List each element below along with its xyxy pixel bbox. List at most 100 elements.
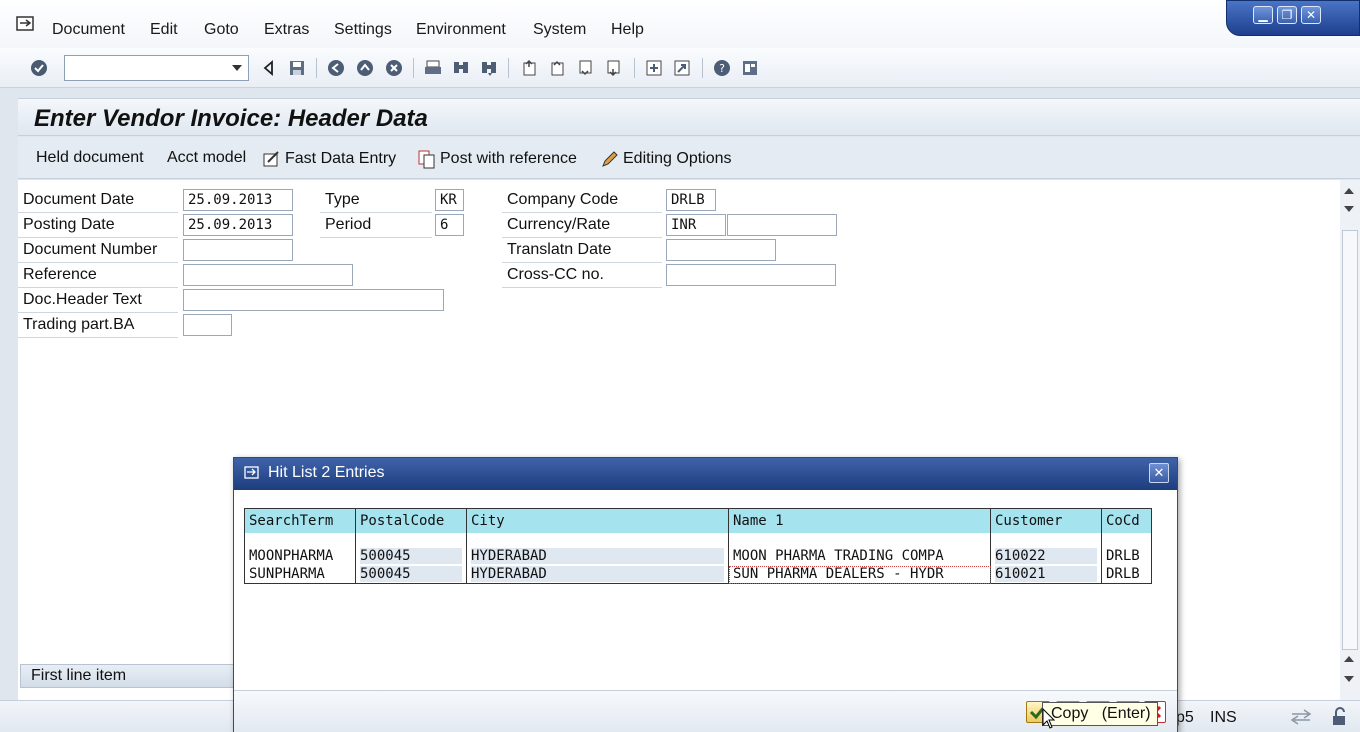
- period-field[interactable]: 6: [435, 214, 464, 236]
- menu-environment[interactable]: Environment: [416, 21, 506, 39]
- post-with-reference-button[interactable]: Post with reference: [417, 149, 577, 169]
- enter-checkmark-icon[interactable]: [30, 59, 48, 77]
- column-header-cocd[interactable]: CoCd: [1101, 508, 1152, 533]
- new-session-icon[interactable]: [645, 59, 663, 77]
- dialog-title: Hit List 2 Entries: [268, 464, 385, 481]
- scrollbar-track[interactable]: [1342, 230, 1358, 650]
- trading-part-ba-label: Trading part.BA: [18, 314, 178, 338]
- customize-layout-icon[interactable]: [741, 59, 759, 77]
- doc-header-text-label: Doc.Header Text: [18, 289, 178, 313]
- menu-settings[interactable]: Settings: [334, 21, 392, 39]
- close-window-icon[interactable]: ✕: [1301, 6, 1321, 24]
- currency-field[interactable]: INR: [666, 214, 726, 236]
- menu-system[interactable]: System: [533, 21, 586, 39]
- cross-cc-no-label: Cross-CC no.: [502, 264, 662, 288]
- close-icon[interactable]: ✕: [1149, 463, 1169, 483]
- standard-toolbar: ?: [0, 48, 1360, 88]
- editing-options-button[interactable]: Editing Options: [600, 149, 732, 169]
- menu-document[interactable]: Document: [52, 21, 125, 39]
- cell-city: HYDERABAD: [466, 565, 729, 584]
- collapse-command-icon[interactable]: [260, 59, 278, 77]
- cancel-icon[interactable]: [385, 59, 403, 77]
- print-icon[interactable]: [424, 59, 442, 77]
- chevron-down-icon[interactable]: [232, 65, 242, 71]
- menu-extras[interactable]: Extras: [264, 21, 309, 39]
- translatn-date-field[interactable]: [666, 239, 776, 261]
- doc-header-text-field[interactable]: [183, 289, 444, 311]
- scroll-down-icon[interactable]: [1344, 676, 1354, 682]
- first-line-item-tab[interactable]: First line item: [20, 664, 240, 688]
- minimize-icon[interactable]: ▁: [1253, 6, 1273, 24]
- screen-title-bar: Enter Vendor Invoice: Header Data: [18, 98, 1360, 136]
- trading-part-ba-field[interactable]: [183, 314, 232, 336]
- first-page-icon[interactable]: [521, 59, 539, 77]
- menu-goto[interactable]: Goto: [204, 21, 239, 39]
- menu-edit[interactable]: Edit: [150, 21, 178, 39]
- server-indicator: p5: [1176, 709, 1194, 726]
- period-label: Period: [320, 214, 432, 238]
- last-page-icon[interactable]: [605, 59, 623, 77]
- cell-cocd: DRLB: [1101, 565, 1152, 584]
- next-page-icon[interactable]: [577, 59, 595, 77]
- type-label: Type: [320, 189, 432, 213]
- save-icon[interactable]: [288, 59, 306, 77]
- exchange-rate-field[interactable]: [727, 214, 837, 236]
- table-header-row: SearchTerm PostalCode City Name 1 Custom…: [244, 508, 1152, 533]
- help-icon[interactable]: ?: [713, 59, 731, 77]
- acct-model-button[interactable]: Acct model: [167, 149, 246, 167]
- command-field[interactable]: [64, 55, 249, 81]
- system-menu-icon[interactable]: [16, 16, 36, 32]
- hit-list-table: SearchTerm PostalCode City Name 1 Custom…: [244, 508, 1152, 584]
- company-code-field[interactable]: DRLB: [666, 189, 716, 211]
- reference-field[interactable]: [183, 264, 353, 286]
- translatn-date-label: Translatn Date: [502, 239, 662, 263]
- dialog-title-bar[interactable]: Hit List 2 Entries ✕: [234, 458, 1177, 490]
- scroll-up-icon[interactable]: [1344, 188, 1354, 194]
- document-number-label: Document Number: [18, 239, 178, 263]
- column-header-customer[interactable]: Customer: [990, 508, 1102, 533]
- scroll-down-icon[interactable]: [1344, 206, 1354, 212]
- application-toolbar: Held document Acct model Fast Data Entry…: [18, 137, 1360, 179]
- company-code-label: Company Code: [502, 189, 662, 213]
- table-row[interactable]: SUNPHARMA 500045 HYDERABAD SUN PHARMA DE…: [244, 565, 1152, 584]
- back-icon[interactable]: [327, 59, 345, 77]
- document-date-label: Document Date: [18, 189, 178, 213]
- menu-help[interactable]: Help: [611, 21, 644, 39]
- table-row[interactable]: MOONPHARMA 500045 HYDERABAD MOON PHARMA …: [244, 546, 1152, 566]
- posting-date-field[interactable]: 25.09.2013: [183, 214, 293, 236]
- maximize-icon[interactable]: ❐: [1277, 6, 1297, 24]
- type-field[interactable]: KR: [435, 189, 464, 211]
- lock-icon[interactable]: [1330, 707, 1350, 727]
- find-icon[interactable]: [452, 59, 470, 77]
- cross-cc-no-field[interactable]: [666, 264, 836, 286]
- connection-icon: [1290, 709, 1312, 725]
- insert-mode-indicator[interactable]: INS: [1210, 709, 1237, 727]
- currency-rate-label: Currency/Rate: [502, 214, 662, 238]
- column-header-name1[interactable]: Name 1: [728, 508, 991, 533]
- find-next-icon[interactable]: [480, 59, 498, 77]
- document-date-field[interactable]: 25.09.2013: [183, 189, 293, 211]
- fast-data-entry-button[interactable]: Fast Data Entry: [262, 149, 396, 169]
- cell-city: HYDERABAD: [466, 546, 729, 566]
- cell-name1: SUN PHARMA DEALERS - HYDR: [728, 565, 991, 584]
- cell-name1: MOON PHARMA TRADING COMPA: [728, 546, 991, 566]
- cell-customer: 610022: [990, 546, 1102, 566]
- exit-icon[interactable]: [356, 59, 374, 77]
- document-number-field[interactable]: [183, 239, 293, 261]
- shortcut-icon[interactable]: [673, 59, 691, 77]
- pencil-icon: [602, 151, 618, 167]
- cell-postalcode: 500045: [355, 546, 467, 566]
- posting-date-label: Posting Date: [18, 214, 178, 238]
- column-header-postalcode[interactable]: PostalCode: [355, 508, 467, 533]
- cell-customer: 610021: [990, 565, 1102, 584]
- menu-bar: Document Edit Goto Extras Settings Envir…: [0, 0, 1360, 48]
- column-header-city[interactable]: City: [466, 508, 729, 533]
- dialog-footer: [234, 690, 1177, 732]
- vertical-scrollbar[interactable]: [1340, 180, 1360, 700]
- previous-page-icon[interactable]: [549, 59, 567, 77]
- page-title: Enter Vendor Invoice: Header Data: [34, 105, 428, 132]
- scroll-up-icon[interactable]: [1344, 656, 1354, 662]
- dialog-menu-icon[interactable]: [244, 466, 260, 480]
- column-header-searchterm[interactable]: SearchTerm: [244, 508, 356, 533]
- held-document-button[interactable]: Held document: [36, 149, 144, 167]
